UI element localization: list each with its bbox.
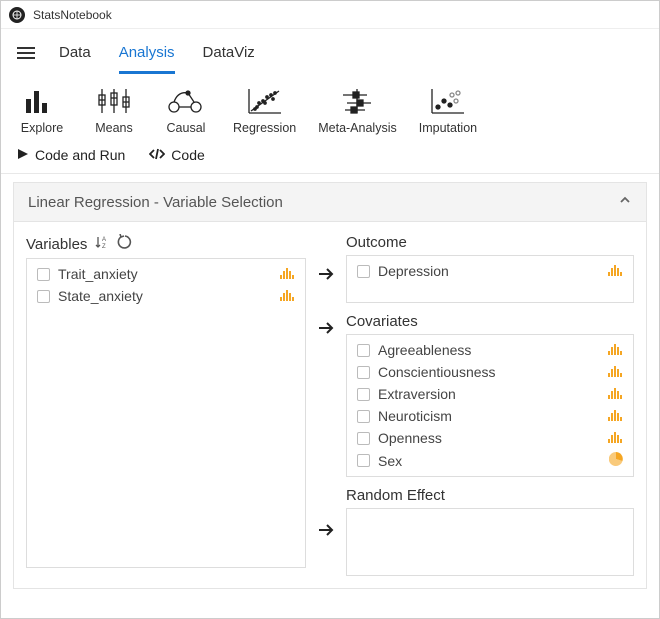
svg-text:Z: Z <box>102 244 106 249</box>
code-label: Code <box>171 147 204 163</box>
code-icon <box>149 147 165 163</box>
tool-label: Causal <box>167 121 206 135</box>
item-label: Conscientiousness <box>378 364 496 380</box>
regression-icon <box>245 85 285 117</box>
distribution-icon <box>607 386 623 402</box>
targets-column: Outcome Depression Covariates Agreeablen… <box>346 234 634 576</box>
tool-means[interactable]: Means <box>89 85 139 135</box>
tool-causal[interactable]: Causal <box>161 85 211 135</box>
panel-title: Linear Regression - Variable Selection <box>28 194 283 211</box>
svg-text:A: A <box>102 237 106 243</box>
tool-imputation[interactable]: Imputation <box>419 85 477 135</box>
meta-icon <box>337 85 377 117</box>
menu-icon[interactable] <box>17 47 35 59</box>
app-title: StatsNotebook <box>33 8 112 22</box>
variables-header: Variables A Z <box>26 234 306 254</box>
app-icon <box>9 7 25 23</box>
list-item[interactable]: Agreeableness <box>347 339 633 361</box>
list-item[interactable]: Sex <box>347 449 633 472</box>
runbar: Code and Run Code <box>1 139 659 174</box>
distribution-icon <box>279 266 295 282</box>
nav-tabs: Data Analysis DataViz <box>59 32 255 74</box>
list-item[interactable]: Neuroticism <box>347 405 633 427</box>
sort-icon[interactable]: A Z <box>95 235 109 253</box>
code-button[interactable]: Code <box>149 147 204 163</box>
tab-data[interactable]: Data <box>59 32 91 74</box>
arrow-to-outcome[interactable] <box>316 264 336 284</box>
item-checkbox[interactable] <box>357 344 370 357</box>
tab-analysis[interactable]: Analysis <box>119 32 175 74</box>
play-icon <box>17 147 29 163</box>
item-label: Trait_anxiety <box>58 266 138 282</box>
random-title: Random Effect <box>346 487 634 504</box>
item-checkbox[interactable] <box>357 265 370 278</box>
pie-icon <box>609 452 623 469</box>
list-item[interactable]: State_anxiety <box>27 285 305 307</box>
list-item[interactable]: Depression <box>347 260 633 282</box>
random-listbox[interactable] <box>346 508 634 576</box>
list-item[interactable]: Conscientiousness <box>347 361 633 383</box>
covariates-title: Covariates <box>346 313 634 330</box>
list-item[interactable]: Extraversion <box>347 383 633 405</box>
reset-icon[interactable] <box>117 234 133 254</box>
tool-label: Explore <box>21 121 63 135</box>
tool-label: Imputation <box>419 121 477 135</box>
causal-icon <box>166 85 206 117</box>
distribution-icon <box>607 364 623 380</box>
item-checkbox[interactable] <box>357 410 370 423</box>
item-checkbox[interactable] <box>357 388 370 401</box>
panel-header[interactable]: Linear Regression - Variable Selection <box>13 182 647 222</box>
list-item[interactable]: Openness <box>347 427 633 449</box>
covariates-listbox[interactable]: Agreeableness Conscientiousness Extraver… <box>346 334 634 477</box>
item-label: Depression <box>378 263 449 279</box>
tool-explore[interactable]: Explore <box>17 85 67 135</box>
item-checkbox[interactable] <box>37 290 50 303</box>
item-label: Neuroticism <box>378 408 452 424</box>
variables-column: Variables A Z <box>26 234 306 576</box>
chevron-up-icon <box>618 193 632 211</box>
titlebar: StatsNotebook <box>1 1 659 29</box>
item-label: State_anxiety <box>58 288 143 304</box>
variables-listbox[interactable]: Trait_anxiety State_anxiety <box>26 258 306 568</box>
distribution-icon <box>279 288 295 304</box>
outcome-listbox[interactable]: Depression <box>346 255 634 303</box>
item-checkbox[interactable] <box>357 432 370 445</box>
distribution-icon <box>607 430 623 446</box>
item-checkbox[interactable] <box>37 268 50 281</box>
item-checkbox[interactable] <box>357 454 370 467</box>
imputation-icon <box>428 85 468 117</box>
variables-title: Variables <box>26 236 87 253</box>
outcome-title: Outcome <box>346 234 634 251</box>
item-label: Agreeableness <box>378 342 471 358</box>
item-label: Openness <box>378 430 442 446</box>
arrow-to-random[interactable] <box>316 520 336 540</box>
topbar: Data Analysis DataViz <box>1 29 659 77</box>
analysis-toolbar: Explore Means Causal <box>1 77 659 139</box>
regression-panel: Linear Regression - Variable Selection V… <box>13 182 647 589</box>
item-checkbox[interactable] <box>357 366 370 379</box>
distribution-icon <box>607 263 623 279</box>
arrow-to-covariates[interactable] <box>316 318 336 338</box>
panel-body: Variables A Z <box>13 222 647 589</box>
tab-dataviz[interactable]: DataViz <box>203 32 255 74</box>
means-icon <box>94 85 134 117</box>
item-label: Sex <box>378 453 402 469</box>
tool-label: Means <box>95 121 133 135</box>
tool-label: Meta-Analysis <box>318 121 397 135</box>
list-item[interactable]: Trait_anxiety <box>27 263 305 285</box>
tool-regression[interactable]: Regression <box>233 85 296 135</box>
explore-icon <box>22 85 62 117</box>
tool-label: Regression <box>233 121 296 135</box>
transfer-arrows <box>314 234 338 576</box>
code-and-run-button[interactable]: Code and Run <box>17 147 125 163</box>
tool-meta[interactable]: Meta-Analysis <box>318 85 397 135</box>
distribution-icon <box>607 342 623 358</box>
item-label: Extraversion <box>378 386 456 402</box>
code-and-run-label: Code and Run <box>35 147 125 163</box>
distribution-icon <box>607 408 623 424</box>
